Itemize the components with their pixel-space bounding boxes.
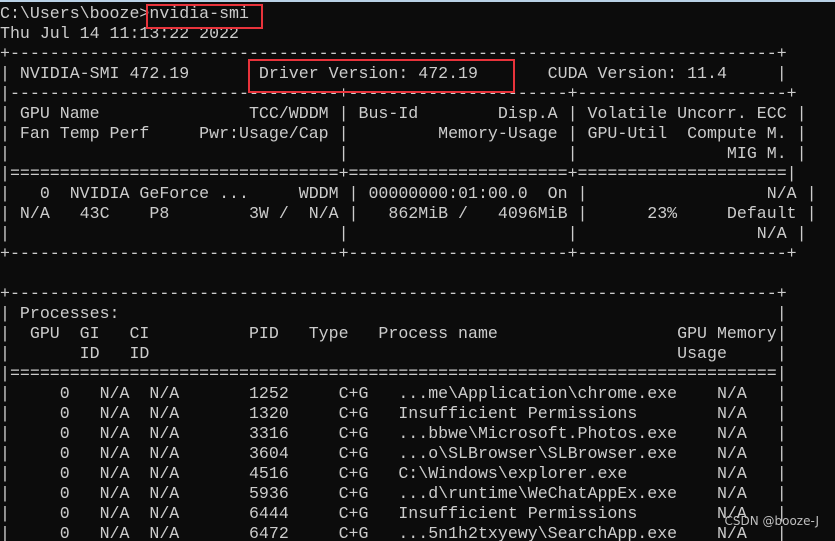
processes-title: | Processes: | (0, 304, 787, 323)
version-line: | NVIDIA-SMI 472.19 Driver Version: 472.… (0, 64, 787, 83)
border-line: |---------------------------------+-----… (0, 84, 797, 103)
process-row: | 0 N/A N/A 1252 C+G ...me\Application\c… (0, 384, 787, 403)
processes-header-row: | ID ID Usage | (0, 344, 787, 363)
process-row: | 0 N/A N/A 1320 C+G Insufficient Permis… (0, 404, 787, 423)
border-line: |=======================================… (0, 364, 787, 383)
border-line: +---------------------------------------… (0, 44, 787, 63)
gpu-header-row: | | | MIG M. | (0, 144, 807, 163)
gpu-row: | N/A 43C P8 3W / N/A | 862MiB / 4096MiB… (0, 204, 817, 223)
border-line: +---------------------------------------… (0, 284, 787, 303)
timestamp-line: Thu Jul 14 11:13:22 2022 (0, 24, 239, 43)
gpu-header-row: | Fan Temp Perf Pwr:Usage/Cap | Memory-U… (0, 124, 807, 143)
border-line: |=================================+=====… (0, 164, 797, 183)
gpu-header-row: | GPU Name TCC/WDDM | Bus-Id Disp.A | Vo… (0, 104, 807, 123)
terminal-window[interactable]: C:\Users\booze>nvidia-smi Thu Jul 14 11:1… (0, 0, 835, 541)
processes-header-row: | GPU GI CI PID Type Process name GPU Me… (0, 324, 787, 343)
process-row: | 0 N/A N/A 4516 C+G C:\Windows\explorer… (0, 464, 787, 483)
gpu-row: | 0 NVIDIA GeForce ... WDDM | 00000000:0… (0, 184, 817, 203)
process-row: | 0 N/A N/A 3604 C+G ...o\SLBrowser\SLBr… (0, 444, 787, 463)
watermark: CSDN @booze-J (724, 514, 819, 528)
terminal-output: C:\Users\booze>nvidia-smi Thu Jul 14 11:1… (0, 4, 817, 541)
border-line: +---------------------------------+-----… (0, 244, 797, 263)
window-top-border (0, 0, 835, 2)
process-row: | 0 N/A N/A 6472 C+G ...5n1h2txyewy\Sear… (0, 524, 787, 541)
process-row: | 0 N/A N/A 5936 C+G ...d\runtime\WeChat… (0, 484, 787, 503)
command-line: C:\Users\booze>nvidia-smi (0, 4, 249, 23)
process-row: | 0 N/A N/A 6444 C+G Insufficient Permis… (0, 504, 787, 523)
gpu-row: | | | N/A | (0, 224, 807, 243)
process-row: | 0 N/A N/A 3316 C+G ...bbwe\Microsoft.P… (0, 424, 787, 443)
